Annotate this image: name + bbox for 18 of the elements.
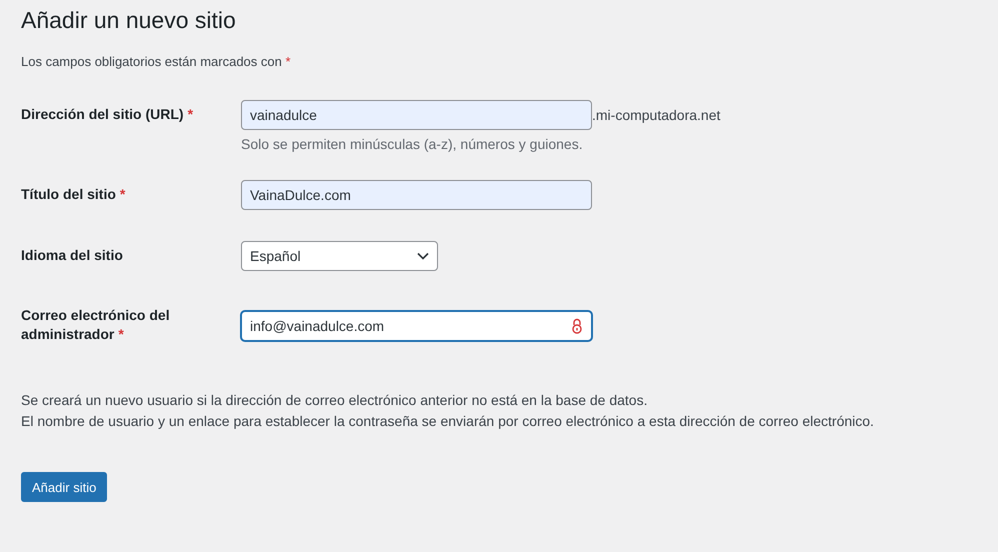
field-label: Correo electrónico del administrador * <box>21 306 171 344</box>
required-note: Los campos obligatorios están marcados con <box>21 54 282 69</box>
language-select[interactable]: Español <box>241 241 438 271</box>
required-mark: * <box>286 54 291 69</box>
field-label: Título del sitio * <box>21 185 126 204</box>
info-text: El nombre de usuario y un enlace para establecer la contraseña se enviarán por correo electrónico a esta dirección de correo electrónico. <box>21 412 875 431</box>
input-field[interactable]: VainaDulce.com <box>241 180 592 210</box>
field-label: Dirección del sitio (URL) * <box>21 105 194 124</box>
page-title: Añadir un nuevo sitio <box>21 6 236 35</box>
add-site-button[interactable]: Añadir sitio <box>21 472 108 502</box>
email-field[interactable]: info@vainadulce.com <box>241 311 592 341</box>
chevron-down-icon <box>417 252 429 260</box>
field-label: Idioma del sitio <box>21 246 124 265</box>
domain-suffix: .mi-computadora.net <box>592 107 720 123</box>
field-hint: Solo se permiten minúsculas (a-z), números y guiones. <box>241 136 584 152</box>
info-text: Se creará un nuevo usuario si la dirección de correo electrónico anterior no está en la base de datos. <box>21 391 648 410</box>
lock-icon <box>571 318 583 334</box>
input-field[interactable]: vainadulce <box>241 100 592 130</box>
